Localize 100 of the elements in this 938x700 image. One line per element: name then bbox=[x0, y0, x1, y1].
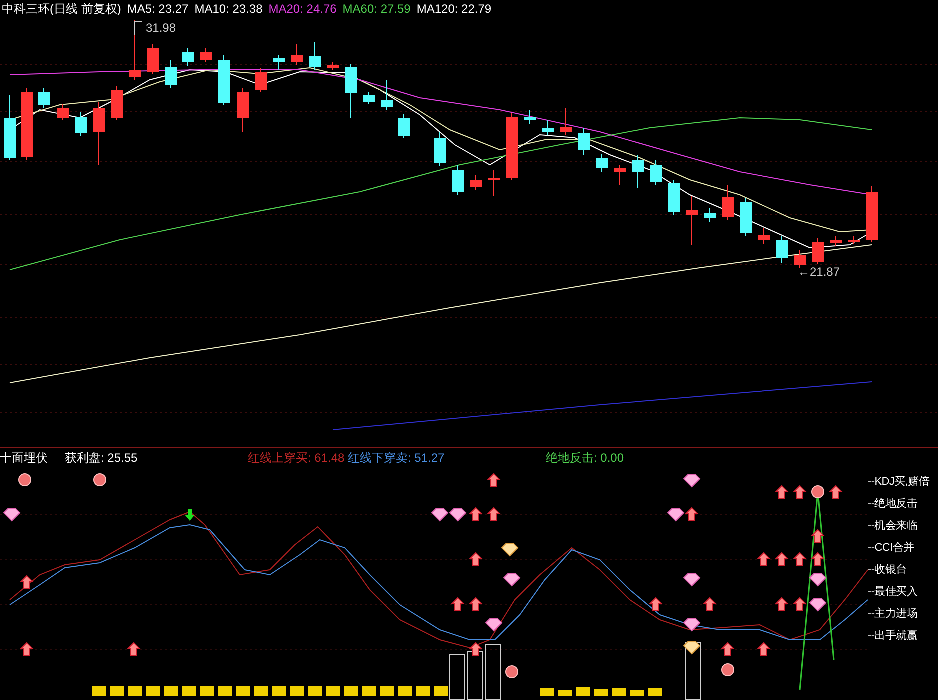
up-arrow-icon bbox=[774, 485, 790, 500]
candlestick bbox=[345, 64, 357, 118]
moving-average-value: MA5: 23.27 bbox=[127, 2, 189, 16]
legend-item: --收银台 bbox=[868, 563, 908, 578]
candlestick bbox=[866, 186, 878, 242]
ball-icon bbox=[812, 486, 824, 498]
ball-icon bbox=[94, 474, 106, 486]
gem-icon bbox=[683, 618, 701, 632]
candlestick bbox=[381, 80, 393, 110]
ball-icon bbox=[506, 666, 518, 678]
histogram-bar bbox=[146, 686, 160, 696]
candlestick bbox=[309, 42, 321, 70]
up-arrow-icon bbox=[468, 507, 484, 522]
candlestick bbox=[812, 238, 824, 264]
candlestick bbox=[218, 54, 230, 106]
ball-icon bbox=[722, 664, 734, 676]
candlestick bbox=[650, 160, 662, 186]
histogram-bar bbox=[450, 654, 466, 700]
legend-item: --出手就赢 bbox=[868, 629, 919, 644]
candlestick bbox=[560, 108, 572, 136]
candlestick bbox=[668, 180, 680, 216]
histogram-bar bbox=[558, 690, 572, 696]
candlestick bbox=[524, 110, 536, 124]
histogram-bar bbox=[630, 690, 644, 696]
histogram-bar bbox=[290, 686, 304, 696]
candlestick bbox=[488, 170, 500, 196]
up-arrow-icon bbox=[468, 597, 484, 612]
candlestick bbox=[93, 102, 105, 166]
histogram-bar bbox=[326, 686, 340, 696]
candlestick bbox=[794, 250, 806, 268]
up-arrow-icon bbox=[486, 507, 502, 522]
histogram-bar bbox=[416, 686, 430, 696]
candlestick bbox=[147, 44, 159, 74]
histogram-bar bbox=[236, 686, 250, 696]
up-arrow-icon bbox=[450, 597, 466, 612]
candlestick bbox=[363, 92, 375, 104]
candlestick bbox=[722, 184, 734, 220]
histogram-bar bbox=[612, 688, 626, 696]
up-arrow-icon bbox=[648, 597, 664, 612]
candlestick bbox=[830, 236, 842, 246]
histogram-bar bbox=[594, 689, 608, 696]
price-marker-line bbox=[134, 22, 142, 36]
gem-icon bbox=[485, 618, 503, 632]
down-arrow-icon bbox=[185, 509, 195, 521]
moving-average-value: MA60: 27.59 bbox=[342, 2, 411, 16]
histogram-bar bbox=[128, 686, 142, 696]
candlestick bbox=[632, 154, 644, 188]
histogram-bar bbox=[398, 686, 412, 696]
up-arrow-icon bbox=[828, 485, 844, 500]
moving-average-value: MA10: 23.38 bbox=[194, 2, 263, 16]
histogram-bar bbox=[686, 642, 702, 700]
candlestick bbox=[686, 196, 698, 246]
legend-item: --KDJ买,赌倍 bbox=[868, 475, 930, 490]
moving-average-value: MA120: 22.79 bbox=[416, 2, 492, 16]
indicator-title: 十面埋伏 bbox=[0, 450, 49, 466]
candlestick bbox=[4, 94, 16, 160]
histogram-bar bbox=[486, 644, 502, 700]
candlestick bbox=[200, 48, 212, 62]
histogram-bar bbox=[540, 688, 554, 696]
histogram-bar bbox=[182, 686, 196, 696]
histogram-bar bbox=[434, 686, 448, 696]
up-arrow-icon bbox=[792, 552, 808, 566]
candlestick bbox=[776, 236, 788, 264]
legend-item: --主力进场 bbox=[868, 606, 919, 622]
up-arrow-icon bbox=[774, 597, 790, 612]
histogram-bar bbox=[380, 686, 394, 696]
legend-item: --最佳买入 bbox=[868, 585, 919, 600]
low-price-label: ←21.87 bbox=[798, 265, 840, 279]
moving-average-value: MA20: 24.76 bbox=[268, 2, 337, 16]
candlestick bbox=[273, 54, 285, 70]
candlestick bbox=[848, 236, 860, 244]
histogram-bar bbox=[254, 686, 268, 696]
candlestick bbox=[398, 114, 410, 138]
candlestick bbox=[255, 68, 267, 92]
histogram-bar bbox=[576, 687, 590, 696]
up-arrow-icon bbox=[468, 552, 484, 566]
candlestick bbox=[165, 60, 177, 88]
histogram-bar bbox=[362, 686, 376, 696]
gem-icon bbox=[667, 508, 685, 522]
up-arrow-icon bbox=[810, 529, 826, 544]
candlestick bbox=[452, 164, 464, 196]
candlestick bbox=[57, 104, 69, 120]
indicator-value: 获利盘: 25.55 bbox=[65, 450, 139, 466]
gem-icon bbox=[683, 474, 701, 488]
candlestick bbox=[704, 208, 716, 222]
candlestick bbox=[434, 132, 446, 166]
candlestick bbox=[578, 128, 590, 156]
gem-icon bbox=[431, 508, 449, 522]
candlestick bbox=[758, 228, 770, 244]
histogram-bar bbox=[344, 686, 358, 696]
gem-icon bbox=[503, 574, 521, 587]
legend-item: --绝地反击 bbox=[868, 497, 919, 512]
gem-icon bbox=[3, 508, 21, 522]
histogram-bar bbox=[648, 688, 662, 696]
candlestick bbox=[506, 112, 518, 180]
up-arrow-icon bbox=[468, 642, 484, 656]
gem-icon bbox=[501, 544, 519, 557]
histogram-bar bbox=[468, 652, 484, 700]
gem-icon bbox=[809, 574, 827, 587]
histogram-bar bbox=[218, 686, 232, 696]
